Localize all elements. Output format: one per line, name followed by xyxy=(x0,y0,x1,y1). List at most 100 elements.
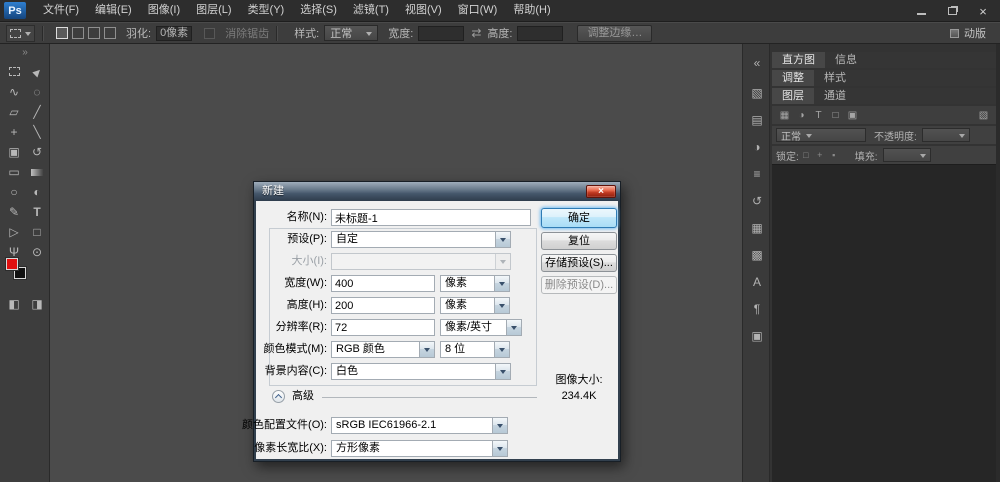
height-input[interactable] xyxy=(331,297,435,314)
gradient-tool[interactable] xyxy=(27,164,47,181)
menu-item-filter[interactable]: 滤镜(T) xyxy=(345,0,397,22)
filter-type-layers-icon[interactable]: T xyxy=(810,110,827,121)
panel-properties-icon[interactable]: ≡ xyxy=(743,165,771,183)
width-input[interactable] xyxy=(418,26,464,41)
tab-layers[interactable]: 图层 xyxy=(772,88,814,104)
panel-swatches-icon[interactable]: ▤ xyxy=(743,111,771,129)
dialog-titlebar[interactable]: 新建 × xyxy=(254,182,620,201)
swap-dimensions-icon[interactable]: ⇄ xyxy=(471,26,481,40)
panel-clone-source-icon[interactable]: ▩ xyxy=(743,246,771,264)
preset-select[interactable]: 自定 xyxy=(331,231,511,248)
width-unit-select[interactable]: 像素 xyxy=(440,275,510,292)
type-tool[interactable]: T xyxy=(27,204,47,221)
panel-character-icon[interactable]: A xyxy=(743,273,771,291)
menu-item-type[interactable]: 类型(Y) xyxy=(240,0,293,22)
background-contents-select[interactable]: 白色 xyxy=(331,363,511,380)
panel-paragraph-icon[interactable]: ¶ xyxy=(743,300,771,318)
color-profile-select[interactable]: sRGB IEC61966-2.1 xyxy=(331,417,508,434)
panel-color-icon[interactable]: ▧ xyxy=(743,84,771,102)
menu-item-layer[interactable]: 图层(L) xyxy=(188,0,239,22)
panel-brush-icon[interactable]: ▦ xyxy=(743,219,771,237)
height-input[interactable] xyxy=(517,26,563,41)
reset-button[interactable]: 复位 xyxy=(541,232,617,250)
bit-depth-select[interactable]: 8 位 xyxy=(440,341,510,358)
menu-item-window[interactable]: 窗口(W) xyxy=(450,0,506,22)
resolution-input[interactable] xyxy=(331,319,435,336)
pen-tool[interactable]: ✎ xyxy=(4,204,24,221)
minimize-button[interactable] xyxy=(914,4,928,18)
advanced-collapse-button[interactable] xyxy=(272,390,285,403)
color-mode-select[interactable]: RGB 颜色 xyxy=(331,341,435,358)
new-selection-button[interactable] xyxy=(56,27,68,39)
healing-brush-tool[interactable]: + xyxy=(4,124,24,141)
rectangular-marquee-tool[interactable] xyxy=(4,64,24,81)
lock-position-icon[interactable]: + xyxy=(813,150,827,160)
menu-item-edit[interactable]: 编辑(E) xyxy=(87,0,140,22)
eraser-tool[interactable]: ▭ xyxy=(4,164,24,181)
clone-stamp-tool[interactable]: ▣ xyxy=(4,144,24,161)
tab-info[interactable]: 信息 xyxy=(825,52,867,68)
panel-history-icon[interactable]: ↺ xyxy=(743,192,771,210)
filter-adjustment-layers-icon[interactable]: ◑ xyxy=(793,110,810,121)
menu-item-file[interactable]: 文件(F) xyxy=(35,0,87,22)
shape-tool[interactable]: □ xyxy=(27,224,47,241)
tab-channels[interactable]: 通道 xyxy=(814,88,856,104)
eyedropper-icon: ╱ xyxy=(33,105,40,119)
opacity-select[interactable] xyxy=(922,128,970,142)
filter-shape-layers-icon[interactable]: □ xyxy=(827,110,844,121)
move-tool[interactable]: ► xyxy=(27,64,47,81)
filter-smart-objects-icon[interactable]: ▣ xyxy=(844,110,861,121)
fill-select[interactable] xyxy=(883,148,931,162)
crop-tool[interactable]: ▱ xyxy=(4,104,24,121)
name-label: 名称(N): xyxy=(287,209,327,226)
brush-tool[interactable]: ╲ xyxy=(27,124,47,141)
name-input[interactable] xyxy=(331,209,531,226)
menu-item-image[interactable]: 图像(I) xyxy=(140,0,188,22)
screen-mode-button[interactable]: ◨ xyxy=(27,296,47,313)
filter-toggle-icon[interactable]: ▧ xyxy=(975,110,992,121)
subtract-from-selection-button[interactable] xyxy=(88,27,100,39)
add-to-selection-button[interactable] xyxy=(72,27,84,39)
history-brush-tool[interactable]: ↺ xyxy=(27,144,47,161)
menu-item-select[interactable]: 选择(S) xyxy=(292,0,345,22)
tab-styles[interactable]: 样式 xyxy=(814,70,856,86)
zoom-tool[interactable]: ⊙ xyxy=(27,244,47,261)
antialias-checkbox[interactable] xyxy=(204,28,215,39)
style-select[interactable]: 正常 xyxy=(324,25,378,41)
dodge-tool[interactable]: ◐ xyxy=(27,184,47,201)
quick-selection-tool[interactable]: ◌ xyxy=(27,84,47,101)
feather-input[interactable]: 0像素 xyxy=(156,26,192,41)
close-window-button[interactable]: × xyxy=(976,4,990,18)
lasso-tool[interactable]: ∿ xyxy=(4,84,24,101)
blend-mode-select[interactable]: 正常 xyxy=(776,128,866,142)
workspace-switcher[interactable]: 动版 xyxy=(950,25,986,41)
menu-item-view[interactable]: 视图(V) xyxy=(397,0,450,22)
workspace-label: 动版 xyxy=(964,25,986,41)
blur-tool[interactable]: ○ xyxy=(4,184,24,201)
dialog-close-button[interactable]: × xyxy=(586,185,616,198)
lock-all-icon[interactable]: ▪ xyxy=(827,150,841,160)
pixel-aspect-select[interactable]: 方形像素 xyxy=(331,440,508,457)
filter-pixel-layers-icon[interactable]: ▦ xyxy=(776,110,793,121)
tab-histogram[interactable]: 直方图 xyxy=(772,52,825,68)
foreground-color-swatch[interactable] xyxy=(6,258,18,270)
lock-transparency-icon[interactable]: □ xyxy=(799,150,813,160)
resolution-unit-select[interactable]: 像素/英寸 xyxy=(440,319,522,336)
menu-item-help[interactable]: 帮助(H) xyxy=(505,0,558,22)
refine-edge-button[interactable]: 调整边缘… xyxy=(577,25,652,42)
intersect-selection-button[interactable] xyxy=(104,27,116,39)
quick-mask-button[interactable]: ◧ xyxy=(4,296,24,313)
restore-button[interactable] xyxy=(945,4,959,18)
eyedropper-tool[interactable]: ╱ xyxy=(27,104,47,121)
panel-adjustments-icon[interactable]: ◑ xyxy=(743,138,771,156)
toolbar-collapse-icon[interactable]: » xyxy=(0,47,50,58)
expand-panels-icon[interactable]: « xyxy=(743,54,771,72)
ok-button[interactable]: 确定 xyxy=(541,208,617,228)
tool-preset-picker[interactable] xyxy=(6,25,35,42)
path-selection-tool[interactable]: ▷ xyxy=(4,224,24,241)
tab-adjustments[interactable]: 调整 xyxy=(772,70,814,86)
height-unit-select[interactable]: 像素 xyxy=(440,297,510,314)
save-preset-button[interactable]: 存储预设(S)... xyxy=(541,254,617,272)
panel-layer-comps-icon[interactable]: ▣ xyxy=(743,327,771,345)
width-input[interactable] xyxy=(331,275,435,292)
